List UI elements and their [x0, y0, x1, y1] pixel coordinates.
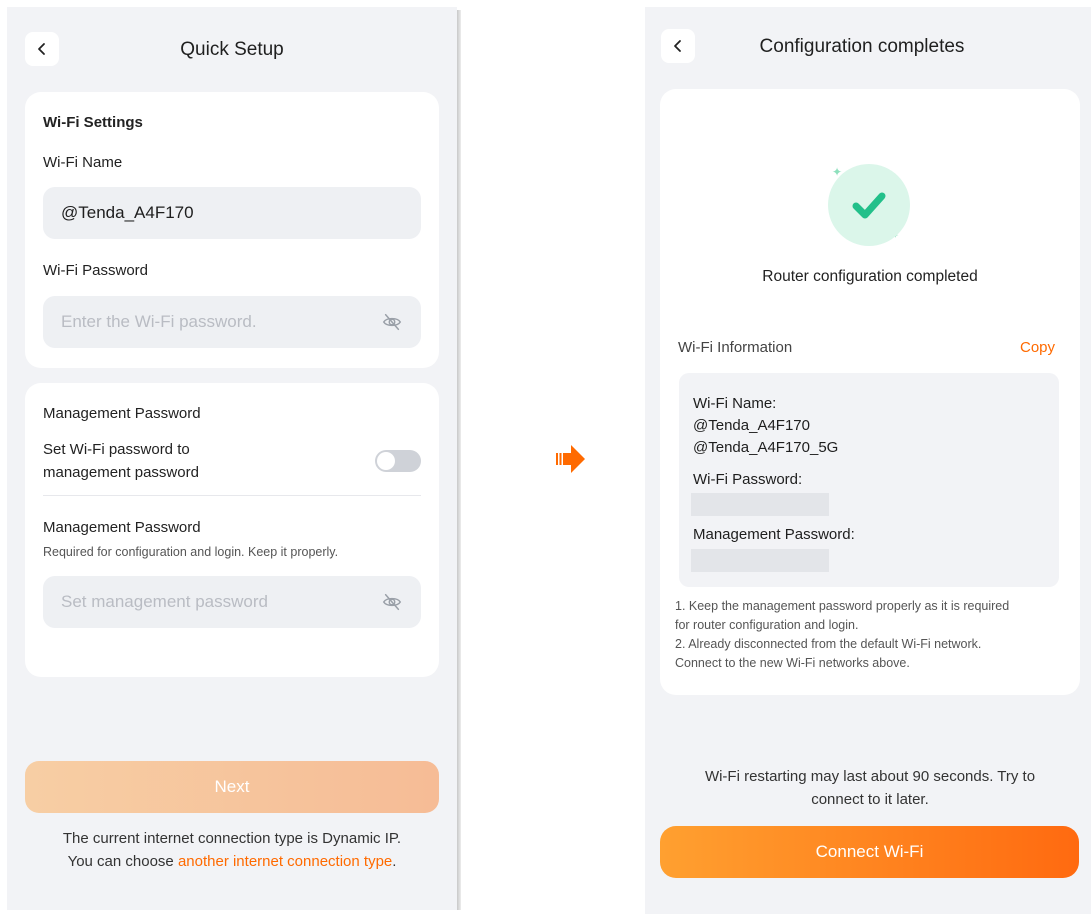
wifi-info-box: Wi-Fi Name: @Tenda_A4F170 @Tenda_A4F170_…	[679, 373, 1059, 587]
check-icon	[852, 192, 886, 219]
status-message: Router configuration completed	[762, 268, 978, 285]
restart-line1: Wi-Fi restarting may last about 90 secon…	[704, 768, 1036, 785]
management-password-placeholder: Set management password	[61, 592, 268, 611]
page-title: Quick Setup	[180, 39, 284, 60]
management-password-card: Management Password Set Wi-Fi password t…	[25, 383, 439, 677]
wifi-name-label: Wi-Fi Name:	[693, 395, 777, 412]
eye-off-icon[interactable]	[381, 311, 403, 333]
wifi-settings-heading: Wi-Fi Settings	[43, 114, 143, 131]
connection-type-prefix: You can choose	[67, 853, 178, 870]
wifi-password-label: Wi-Fi Password	[43, 262, 149, 279]
toggle-knob	[377, 452, 395, 470]
note-2-line1: 2. Already disconnected from the default…	[675, 637, 982, 651]
next-button[interactable]: Next	[25, 761, 439, 813]
management-heading: Management Password	[43, 405, 201, 422]
toggle-label-line2: management password	[43, 464, 199, 481]
page-title: Configuration completes	[759, 36, 965, 57]
restart-notice: Wi-Fi restarting may last about 90 secon…	[665, 765, 1075, 811]
wifi-name-5g: @Tenda_A4F170_5G	[693, 439, 839, 456]
screen-edge-shadow	[457, 10, 461, 910]
management-password-field[interactable]: Set management password	[43, 576, 421, 628]
connection-type-line2: You can choose another internet connecti…	[7, 850, 457, 873]
configuration-complete-screen: Configuration completes ✦ ✦ Router confi…	[645, 7, 1091, 914]
wifi-name-value: @Tenda_A4F170	[61, 203, 194, 222]
wifi-password-masked	[691, 493, 829, 516]
restart-line2: connect to it later.	[811, 791, 929, 808]
eye-off-icon[interactable]	[381, 591, 403, 613]
success-badge	[828, 164, 910, 246]
connection-type-suffix: .	[392, 853, 397, 870]
quick-setup-screen: Quick Setup Wi-Fi Settings Wi-Fi Name @T…	[7, 7, 457, 910]
notes: 1. Keep the management password properly…	[675, 597, 1085, 673]
toggle-label-line1: Set Wi-Fi password to	[43, 441, 190, 458]
wifi-password-field[interactable]: Enter the Wi-Fi password.	[43, 296, 421, 348]
note-1-line2: for router configuration and login.	[675, 618, 859, 632]
divider	[43, 495, 421, 496]
wifi-password-placeholder: Enter the Wi-Fi password.	[61, 312, 257, 331]
connection-type-text: The current internet connection type is …	[7, 827, 457, 873]
wifi-info-label: Wi-Fi Information	[678, 339, 793, 356]
management-password-hint: Required for configuration and login. Ke…	[43, 545, 339, 559]
wifi-settings-card: Wi-Fi Settings Wi-Fi Name @Tenda_A4F170 …	[25, 92, 439, 368]
management-password-label: Management Password	[43, 519, 201, 536]
change-connection-type-link[interactable]: another internet connection type	[178, 853, 392, 870]
wifi-name-field[interactable]: @Tenda_A4F170	[43, 187, 421, 239]
wifi-name-label: Wi-Fi Name	[43, 154, 123, 171]
result-card: ✦ ✦ Router configuration completed Wi-Fi…	[660, 89, 1080, 695]
note-2-line2: Connect to the new Wi-Fi networks above.	[675, 656, 910, 670]
wifi-password-label: Wi-Fi Password:	[693, 471, 803, 488]
arrow-right-icon	[556, 445, 585, 473]
note-1-line1: 1. Keep the management password properly…	[675, 599, 1010, 613]
management-password-masked	[691, 549, 829, 572]
copy-button[interactable]: Copy	[1020, 339, 1055, 356]
management-password-label: Management Password:	[693, 526, 855, 543]
connect-wifi-button[interactable]: Connect Wi-Fi	[660, 826, 1079, 878]
sync-password-toggle[interactable]	[375, 450, 421, 472]
connection-type-line1: The current internet connection type is …	[62, 830, 402, 847]
wifi-name-24g: @Tenda_A4F170	[693, 417, 810, 434]
